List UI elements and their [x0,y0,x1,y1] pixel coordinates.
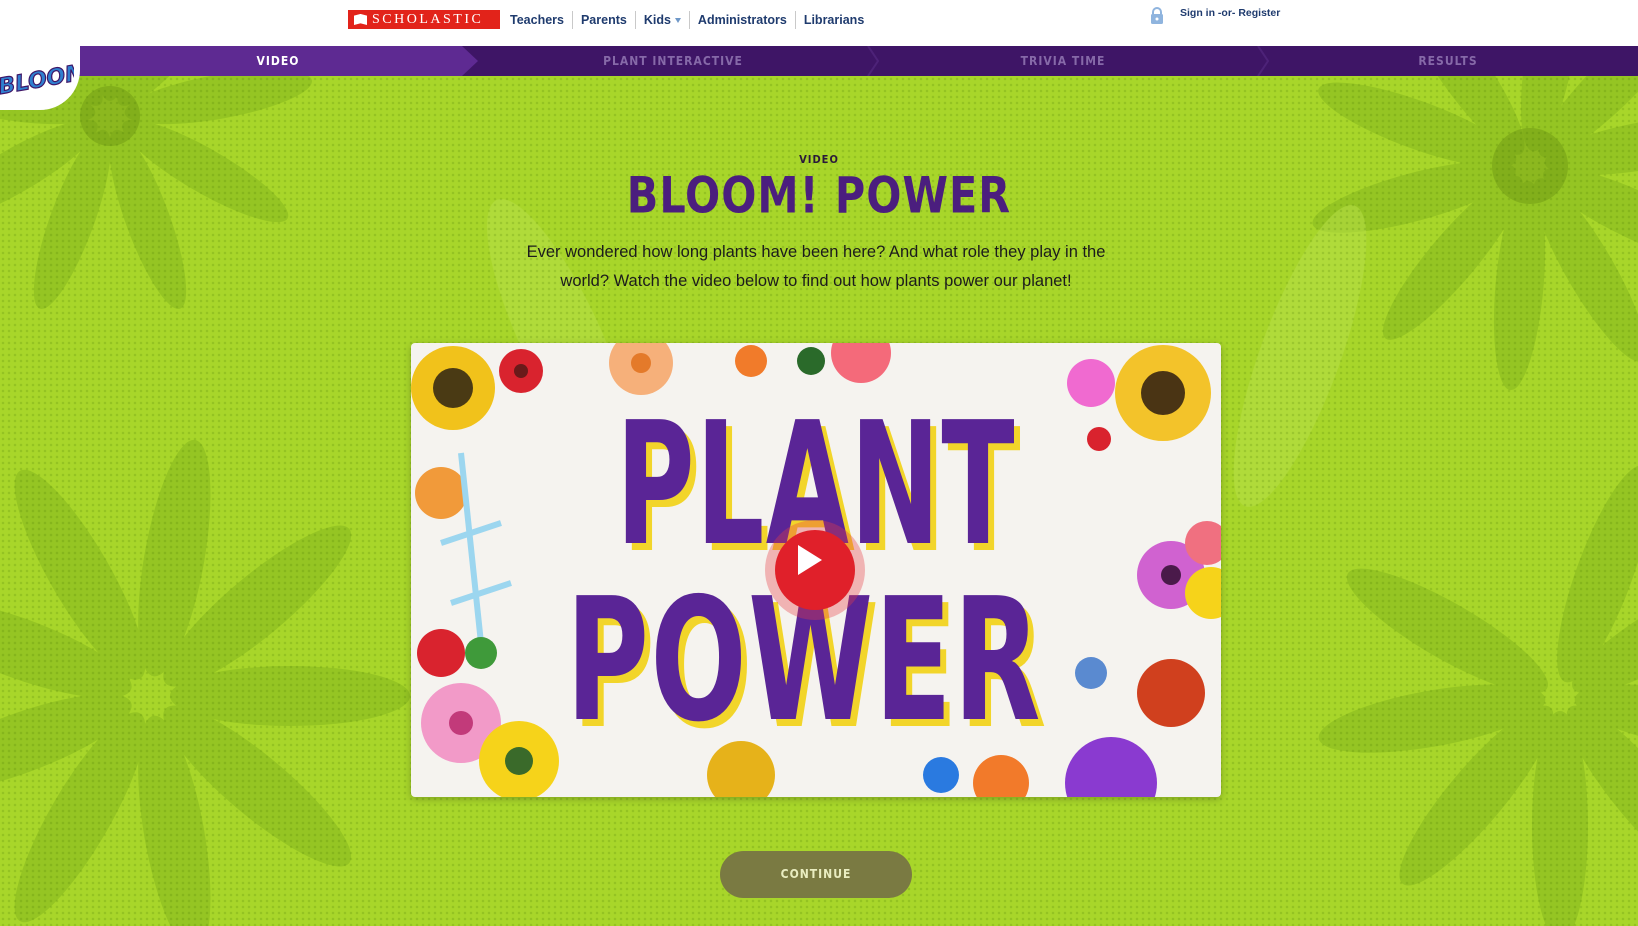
section-eyebrow: VIDEO [799,153,839,166]
step-progress-bar: VIDEO PLANT INTERACTIVE TRIVIA TIME RESU… [0,46,1638,76]
step-plant-interactive[interactable]: PLANT INTERACTIVE [478,46,868,76]
lock-icon [1151,7,1163,24]
nav-librarians[interactable]: Librarians [794,11,872,29]
bloom-logo-text: BLOOM! [0,58,74,100]
step-video[interactable]: VIDEO [78,46,478,76]
register-link[interactable]: Register [1238,7,1280,19]
play-icon [798,545,822,575]
brand-text: SCHOLASTIC [372,12,484,27]
sign-in-link[interactable]: Sign in [1180,7,1215,19]
intro-text: Ever wondered how long plants have been … [526,243,1106,290]
step-trivia-time[interactable]: TRIVIA TIME [868,46,1258,76]
chevron-down-icon [674,18,681,24]
bloom-logo: BLOOM! [0,58,74,101]
nav-teachers[interactable]: Teachers [502,11,572,29]
play-button[interactable] [765,520,865,620]
or-separator: -or- [1217,7,1236,19]
nav-kids-label: Kids [643,13,671,27]
account-links: Sign in -or- Register [1180,7,1280,19]
nav-parents[interactable]: Parents [571,11,635,29]
audience-nav: Teachers Parents Kids Administrators Lib… [502,10,872,30]
continue-button[interactable]: CONTINUE [720,851,912,898]
bloom-logo-badge[interactable]: BLOOM! [0,44,80,110]
video-player[interactable]: PLANT PLANT POWER POWER [411,343,1221,797]
step-results[interactable]: RESULTS [1258,46,1638,76]
book-icon [354,14,367,25]
scholastic-logo[interactable]: SCHOLASTIC [348,10,500,29]
scholastic-header: SCHOLASTIC Teachers Parents Kids Adminis… [0,0,1638,46]
nav-kids[interactable]: Kids [634,11,689,29]
page-title: BLOOM! POWER [626,165,1012,225]
nav-administrators[interactable]: Administrators [688,11,795,29]
